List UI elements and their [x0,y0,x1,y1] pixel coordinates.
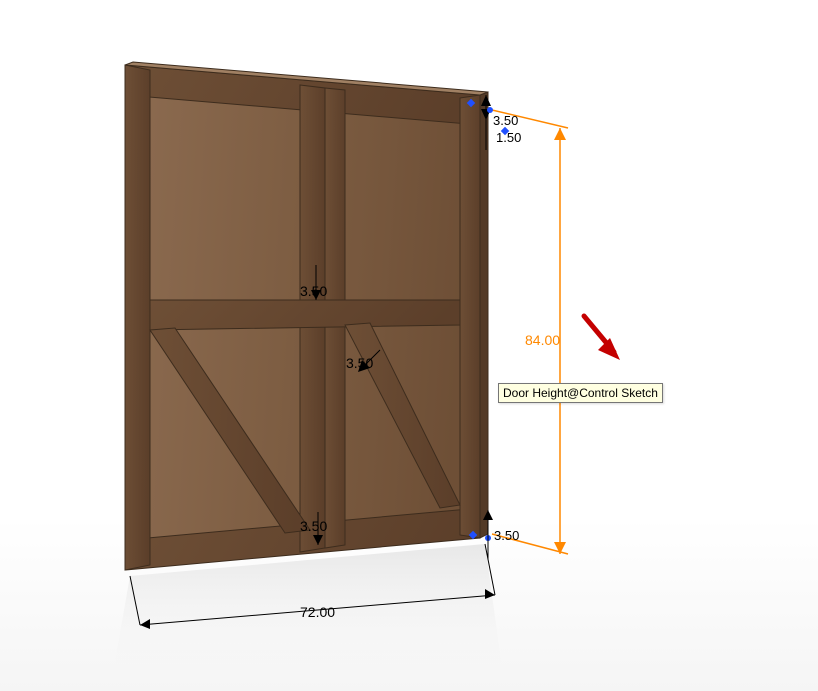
dim-height-value[interactable]: 84.00 [525,332,560,348]
dim-brace-value[interactable]: 3.50 [346,355,373,371]
dim-top1-value[interactable]: 3.50 [493,113,518,128]
model-canvas [0,0,818,691]
dim-bottomrail-value[interactable]: 3.50 [300,518,327,534]
edge-right [480,92,488,538]
cad-viewport[interactable]: 72.00 84.00 3.50 3.50 3.50 3.50 1.50 3.5… [0,0,818,691]
dim-midrail-value[interactable]: 3.50 [300,283,327,299]
annotation-arrow [584,316,620,360]
dim-width-value[interactable]: 72.00 [300,604,335,620]
dimension-tooltip: Door Height@Control Sketch [498,383,663,403]
dim-top2-value[interactable]: 1.50 [496,130,521,145]
dim-bottom-small-value[interactable]: 3.50 [494,528,519,543]
mid-rail [150,300,460,330]
frame-right [460,95,480,538]
frame-left [125,65,150,570]
